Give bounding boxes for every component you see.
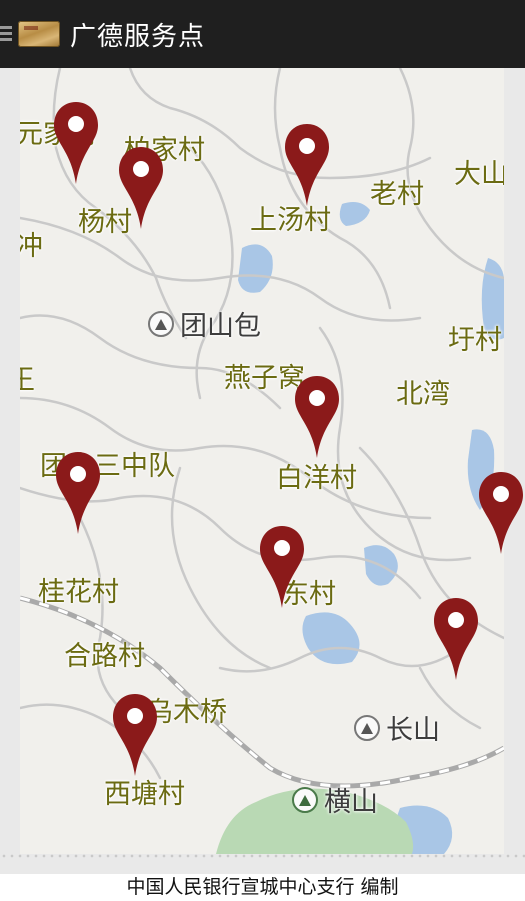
place-label: 冲 xyxy=(20,231,43,262)
poi-hengshan[interactable]: 横山 xyxy=(292,780,378,819)
location-pin-icon[interactable] xyxy=(111,692,159,778)
place-label: 老村 xyxy=(370,179,424,210)
poi-label: 团山包 xyxy=(180,311,261,342)
footer-credit: 中国人民银行宣城中心支行 编制 xyxy=(0,874,525,901)
map-view[interactable]: 元家村 柏家村 杨村 冲 上汤村 老村 大山 圩村 燕子窝 北湾 团山三中队 白… xyxy=(0,68,525,874)
map-bottom-divider xyxy=(0,854,525,858)
app-header: 广德服务点 xyxy=(0,0,525,68)
poi-label: 横山 xyxy=(324,787,378,818)
location-pin-icon[interactable] xyxy=(117,145,165,231)
place-label: 北湾 xyxy=(396,379,450,410)
mountain-icon xyxy=(148,310,174,337)
location-pin-icon[interactable] xyxy=(477,470,525,556)
bank-card-logo-icon[interactable] xyxy=(18,21,60,47)
hamburger-menu-icon[interactable] xyxy=(0,26,12,42)
poi-changshan[interactable]: 长山 xyxy=(354,708,440,747)
place-label: 白洋村 xyxy=(276,463,357,494)
location-pin-icon[interactable] xyxy=(432,596,480,682)
poi-label: 长山 xyxy=(386,715,440,746)
mountain-icon xyxy=(354,714,380,741)
place-label: 合路村 xyxy=(64,641,145,672)
location-pin-icon[interactable] xyxy=(258,524,306,610)
page-title: 广德服务点 xyxy=(70,22,206,52)
location-pin-icon[interactable] xyxy=(283,122,331,208)
place-label: 大山 xyxy=(454,159,504,190)
mountain-icon xyxy=(292,786,318,813)
location-pin-icon[interactable] xyxy=(293,374,341,460)
place-label: 桂花村 xyxy=(38,577,119,608)
poi-tuanshanbao[interactable]: 团山包 xyxy=(148,304,261,343)
location-pin-icon[interactable] xyxy=(54,450,102,536)
place-label: 王 xyxy=(20,365,35,396)
location-pin-icon[interactable] xyxy=(52,100,100,186)
place-label: 圩村 xyxy=(448,325,502,356)
